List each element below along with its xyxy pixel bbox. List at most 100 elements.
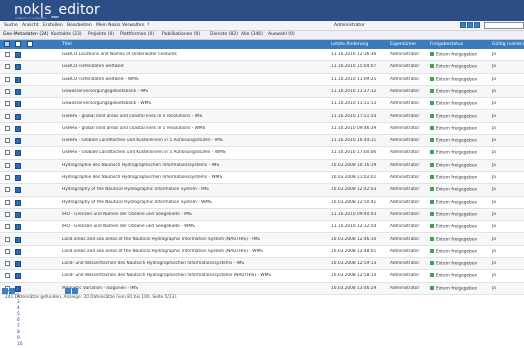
row-checkbox[interactable] (5, 138, 10, 144)
table-row[interactable]: Land- und Wasserflächen des Nautisch Hyd… (0, 258, 524, 271)
row-checkbox[interactable] (5, 175, 10, 180)
row-checkbox[interactable] (5, 261, 10, 267)
toolbar-refresh-icon[interactable] (474, 22, 480, 28)
row-title[interactable]: IHO - Grenzen und Namen der Ozeane und S… (62, 212, 327, 218)
row-checkbox[interactable] (5, 88, 10, 94)
row-checkbox[interactable] (5, 211, 10, 217)
type-column-icon[interactable] (15, 41, 21, 47)
menu-verwalten[interactable]: Verwalten (122, 22, 144, 29)
row-owner: Administrator (390, 88, 420, 94)
tab-auswahl[interactable]: Auswahl (0) (268, 32, 295, 38)
row-valid: Ja (492, 76, 496, 82)
row-checkbox[interactable] (5, 199, 10, 205)
table-row[interactable]: Hydrographie des Nautisch Hydrographisch… (0, 172, 524, 185)
column-release-status[interactable]: Freigabestatus (430, 41, 463, 48)
row-checkbox[interactable] (5, 273, 10, 279)
row-title[interactable]: GEBCO-Tiefendaten weltweit (62, 64, 327, 70)
table-row[interactable]: IHO - Grenzen und Namen der Ozeane und S… (0, 208, 524, 222)
menu-erstellen[interactable]: Erstellen (43, 22, 63, 29)
app-header: nok|s_editor network of metadata (0, 0, 524, 21)
tab-kontakte[interactable]: Kontakte (23) (51, 32, 82, 38)
row-title[interactable]: Hydrography of the Nautical Hydrographic… (62, 200, 327, 206)
row-title[interactable]: Hydrographie des Nautisch Hydrographisch… (62, 175, 327, 181)
menu-help[interactable]: ? (147, 22, 149, 29)
table-row[interactable]: Land- und Wasserflächen des Nautisch Hyd… (0, 270, 524, 283)
menu-mein-nokis[interactable]: Mein Nokis (96, 22, 121, 29)
row-title[interactable]: Magnetic Variation - Isogonen - IMS (62, 286, 327, 292)
table-row[interactable]: Gewässerversorgungsgebietsbank - IMS 11.1… (0, 85, 524, 99)
row-checkbox[interactable] (5, 236, 10, 242)
row-title[interactable]: Land areas and sea areas of the Nautical… (62, 249, 327, 255)
row-valid: Ja (492, 52, 496, 57)
row-checkbox[interactable] (5, 125, 10, 131)
toolbar-next-icon[interactable] (467, 22, 473, 28)
row-checkbox[interactable] (5, 64, 10, 70)
tab-alle[interactable]: Alle (346) (241, 32, 263, 38)
table-row[interactable]: GSHHS - Globale Landflächen und Küstenli… (0, 135, 524, 148)
column-title[interactable]: Titel (62, 41, 72, 48)
row-title[interactable]: IHO - Grenzen und Namen der Ozeane und S… (62, 224, 327, 230)
status-check-icon (430, 64, 434, 69)
tab-geo-metadaten[interactable]: Geo-Metadaten (24) (3, 32, 49, 38)
search-input[interactable] (484, 22, 524, 29)
menu-ansicht[interactable]: Ansicht (22, 22, 39, 29)
row-title[interactable]: Land areas and sea areas of the Nautical… (62, 237, 327, 243)
row-title[interactable]: GSHHS - global land areas and coastal li… (62, 126, 327, 132)
row-title[interactable]: Hydrographie des Nautisch Hydrographisch… (62, 163, 327, 169)
tab-plattformen[interactable]: Plattformen (0) (120, 32, 154, 38)
table-row[interactable]: Land areas and sea areas of the Nautical… (0, 246, 524, 259)
tab-publikationen[interactable]: Publikationen (0) (162, 32, 200, 38)
table-row[interactable]: IHO - Grenzen und Namen der Ozeane und S… (0, 221, 524, 234)
table-row[interactable]: Gewässerversorgungsgebietsbank - WMS 11.1… (0, 98, 524, 111)
column-owner[interactable]: Eigentümer (390, 41, 416, 48)
first-page-icon[interactable] (2, 288, 8, 294)
toolbar-prev-icon[interactable] (460, 22, 466, 28)
table-row[interactable]: GSHHS - Globale Landflächen und Küstenli… (0, 147, 524, 160)
table-row[interactable]: GEBCO-Tiefendaten weltweit 11.10.2010 15:… (0, 61, 524, 74)
row-title[interactable]: GEBCO Locations and Names of Underwater … (62, 52, 327, 58)
row-title[interactable]: GSHHS - Globale Landflächen und Küstenli… (62, 138, 327, 144)
page-links[interactable]: 1 2 3 4 5 6 7 8 9 10 (17, 288, 22, 347)
next-page-icon[interactable] (65, 288, 71, 294)
table-row[interactable]: Land areas and sea areas of the Nautical… (0, 233, 524, 246)
table-row[interactable]: GEBCO-Tiefendaten weltweit - WMS 11.10.20… (0, 74, 524, 86)
row-checkbox[interactable] (5, 224, 10, 230)
row-owner: Administrator (390, 125, 420, 131)
row-last-change: 11.10.2010 17:00:06 (331, 150, 377, 156)
menu-bearbeiten[interactable]: Bearbeiten (67, 22, 92, 29)
view-column-icon[interactable] (27, 41, 33, 47)
row-title[interactable]: GSHHS - global land areas and coastal li… (62, 114, 327, 120)
select-all-icon[interactable] (4, 41, 10, 47)
row-checkbox[interactable] (5, 113, 10, 119)
row-checkbox[interactable] (5, 101, 10, 107)
table-row[interactable]: GSHHS - global land areas and coastal li… (0, 123, 524, 136)
row-title[interactable]: Gewässerversorgungsgebietsbank - IMS (62, 89, 327, 95)
table-row[interactable]: Hydrography of the Nautical Hydrographic… (0, 197, 524, 209)
row-title[interactable]: Gewässerversorgungsgebietsbank - WMS (62, 101, 327, 107)
table-row[interactable]: Hydrography of the Nautical Hydrographic… (0, 184, 524, 197)
column-last-change[interactable]: Letzte Änderung (331, 41, 368, 48)
row-checkbox[interactable] (5, 52, 10, 57)
tab-dienste[interactable]: Dienste (82) (210, 32, 238, 38)
row-release-status: Extern freigegeben (430, 113, 490, 121)
row-release-status: Extern freigegeben (430, 187, 490, 194)
row-title[interactable]: Hydrography of the Nautical Hydrographic… (62, 187, 327, 193)
row-checkbox[interactable] (5, 150, 10, 156)
row-checkbox[interactable] (5, 248, 10, 254)
row-checkbox[interactable] (5, 162, 10, 168)
table-row[interactable]: Magnetic Variation - Isogonen - IMS 10.03… (0, 282, 524, 295)
tab-projekte[interactable]: Projekte (0) (88, 32, 114, 38)
menu-suche[interactable]: Suche (4, 22, 18, 29)
table-row[interactable]: GSHHS - global land areas and coastal li… (0, 110, 524, 123)
prev-page-icon[interactable] (9, 288, 15, 294)
column-valid[interactable]: Gültig (valide) (492, 41, 524, 48)
row-checkbox[interactable] (5, 76, 10, 82)
table-row[interactable]: GEBCO Locations and Names of Underwater … (0, 49, 524, 62)
row-title[interactable]: GSHHS - Globale Landflächen und Küstenli… (62, 150, 327, 156)
row-title[interactable]: Land- und Wasserflächen des Nautisch Hyd… (62, 261, 327, 267)
row-checkbox[interactable] (5, 187, 10, 193)
last-page-icon[interactable] (72, 288, 78, 294)
table-row[interactable]: Hydrographie des Nautisch Hydrographisch… (0, 159, 524, 172)
row-title[interactable]: Land- und Wasserflächen des Nautisch Hyd… (62, 273, 327, 279)
row-title[interactable]: GEBCO-Tiefendaten weltweit - WMS (62, 77, 327, 83)
